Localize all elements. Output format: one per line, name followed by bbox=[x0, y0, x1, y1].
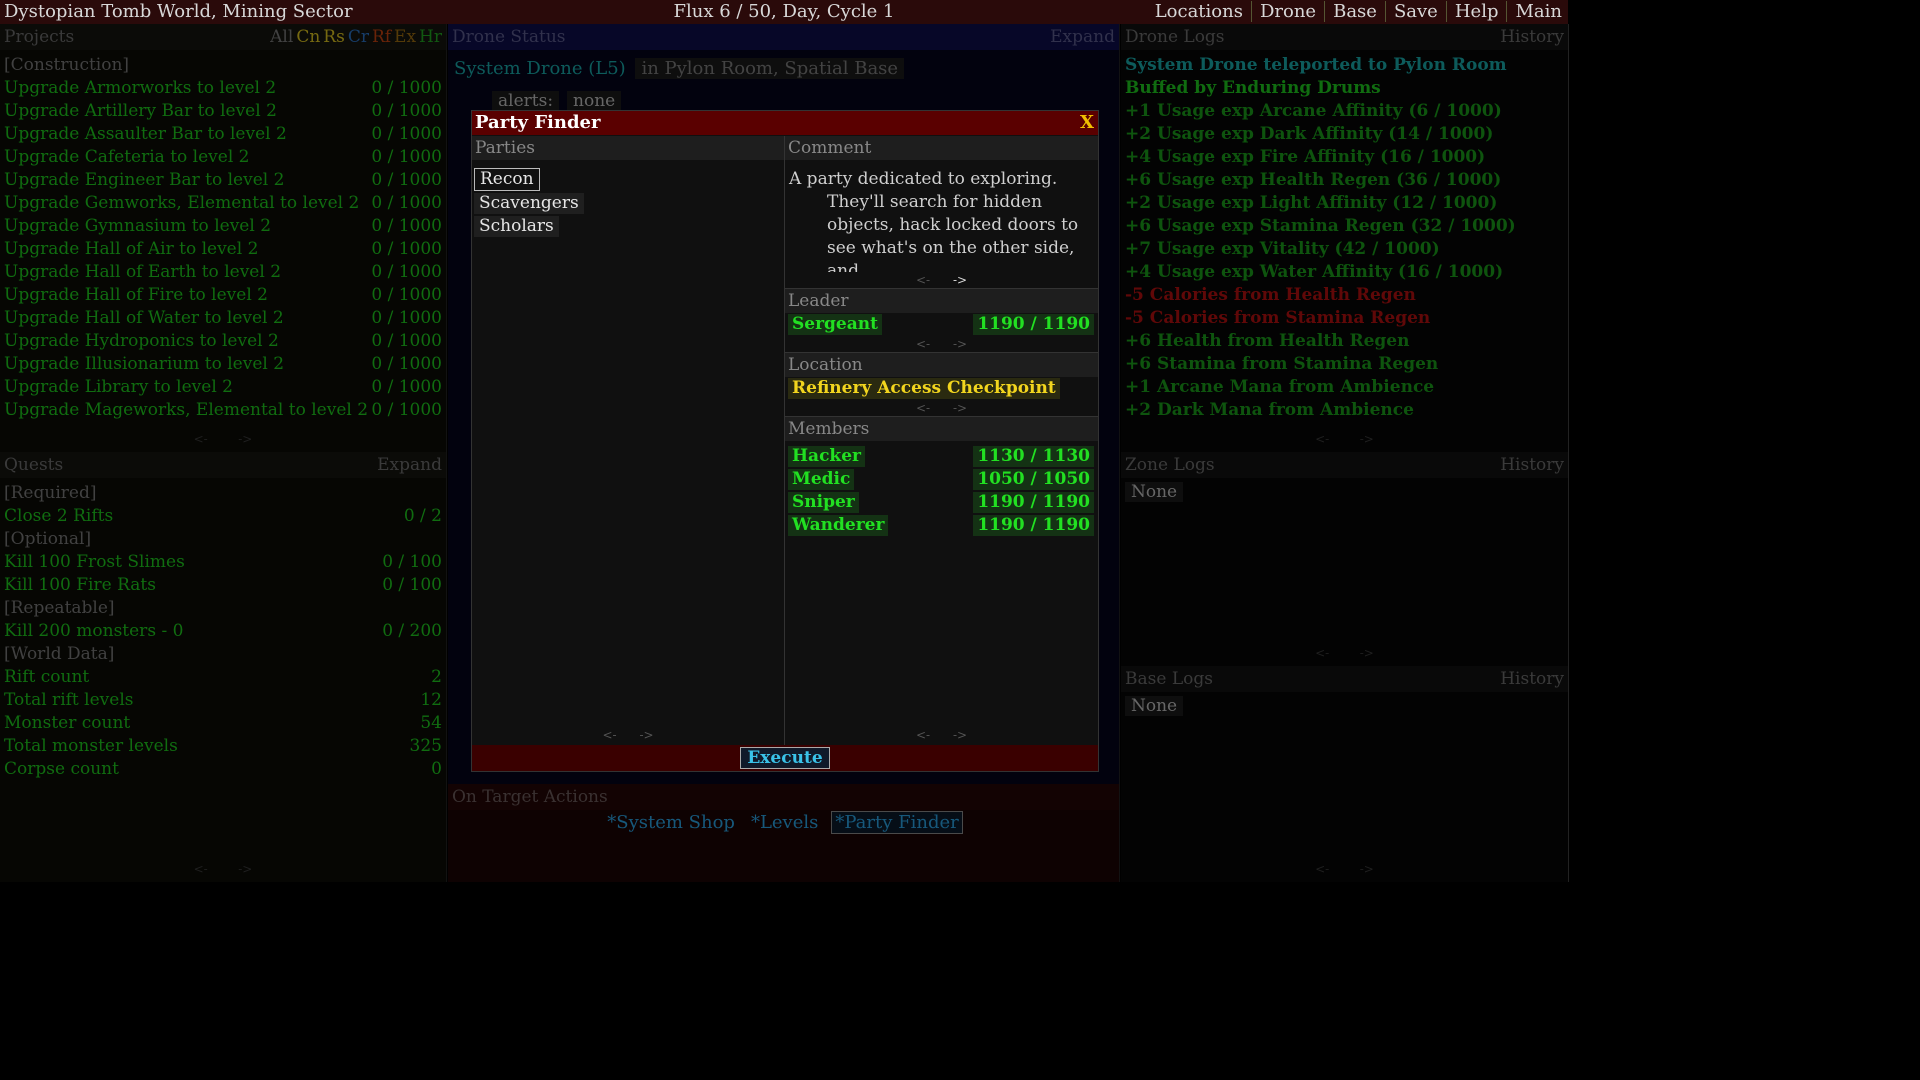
pager-next[interactable]: -> bbox=[953, 728, 967, 742]
comment-line: see what's on the other side, and bbox=[827, 238, 1075, 272]
pager-prev[interactable]: <- bbox=[602, 728, 616, 742]
member-row: Sniper 1190 / 1190 bbox=[785, 491, 1098, 514]
member-row: Hacker 1130 / 1130 bbox=[785, 445, 1098, 468]
pager-prev[interactable]: <- bbox=[916, 728, 930, 742]
menu-drone[interactable]: Drone bbox=[1252, 1, 1326, 22]
pager-next[interactable]: -> bbox=[953, 337, 967, 351]
location-section: Location Refinery Access Checkpoint <- -… bbox=[785, 352, 1098, 416]
menu-main[interactable]: Main bbox=[1507, 1, 1566, 22]
member-name[interactable]: Sniper bbox=[788, 492, 859, 513]
execute-bar: Execute bbox=[472, 745, 1098, 771]
member-hp: 1190 / 1190 bbox=[973, 492, 1094, 513]
party-list: Recon Scavengers Scholars bbox=[472, 160, 784, 237]
party-item-scavengers[interactable]: Scavengers bbox=[474, 193, 584, 214]
comment-line: objects, hack locked doors to bbox=[827, 215, 1079, 235]
leader-hp: 1190 / 1190 bbox=[973, 314, 1094, 335]
parties-pager: <- -> bbox=[472, 727, 784, 743]
party-details-column: Comment A party dedicated to exploring. T… bbox=[785, 136, 1098, 745]
pager-prev[interactable]: <- bbox=[916, 401, 930, 415]
main-menu: Locations Drone Base Save Help Main bbox=[1147, 1, 1566, 22]
comment-line: They'll search for hidden bbox=[827, 192, 1043, 212]
leader-header: Leader bbox=[785, 289, 1098, 313]
leader-name[interactable]: Sergeant bbox=[788, 314, 882, 335]
party-finder-dialog: Party Finder X Parties Recon Scavengers Sc… bbox=[471, 110, 1099, 772]
location-pager: <- -> bbox=[785, 400, 1098, 416]
leader-row: Sergeant 1190 / 1190 bbox=[785, 313, 1098, 336]
party-item-scholars[interactable]: Scholars bbox=[474, 216, 559, 237]
top-bar: Dystopian Tomb World, Mining Sector Flux… bbox=[0, 0, 1568, 24]
member-hp: 1190 / 1190 bbox=[973, 515, 1094, 536]
member-name[interactable]: Hacker bbox=[788, 446, 865, 467]
parties-column: Parties Recon Scavengers Scholars <- -> bbox=[472, 136, 785, 745]
member-name[interactable]: Medic bbox=[788, 469, 855, 490]
party-finder-titlebar: Party Finder X bbox=[472, 111, 1098, 135]
party-comment: A party dedicated to exploring. They'll s… bbox=[785, 160, 1098, 272]
members-pager: <- -> bbox=[785, 727, 1098, 743]
leader-section: Leader Sergeant 1190 / 1190 <- -> bbox=[785, 288, 1098, 352]
members-header: Members bbox=[785, 417, 1098, 441]
location-row: Refinery Access Checkpoint bbox=[785, 377, 1098, 400]
party-item-recon[interactable]: Recon bbox=[474, 168, 540, 191]
parties-header: Parties bbox=[472, 136, 784, 160]
menu-save[interactable]: Save bbox=[1386, 1, 1447, 22]
comment-header: Comment bbox=[785, 136, 1098, 160]
pager-prev[interactable]: <- bbox=[916, 273, 930, 287]
member-row: Wanderer 1190 / 1190 bbox=[785, 514, 1098, 537]
member-hp: 1130 / 1130 bbox=[973, 446, 1094, 467]
comment-line: A party dedicated to exploring. bbox=[789, 169, 1058, 189]
comment-pager: <- -> bbox=[785, 272, 1098, 288]
party-location[interactable]: Refinery Access Checkpoint bbox=[788, 378, 1060, 399]
execute-button[interactable]: Execute bbox=[740, 747, 830, 769]
menu-help[interactable]: Help bbox=[1447, 1, 1508, 22]
location-header: Location bbox=[785, 353, 1098, 377]
close-button[interactable]: X bbox=[1080, 111, 1094, 135]
menu-locations[interactable]: Locations bbox=[1147, 1, 1252, 22]
menu-base[interactable]: Base bbox=[1325, 1, 1386, 22]
pager-next[interactable]: -> bbox=[953, 401, 967, 415]
pager-prev[interactable]: <- bbox=[916, 337, 930, 351]
member-name[interactable]: Wanderer bbox=[788, 515, 889, 536]
party-finder-title: Party Finder bbox=[475, 112, 601, 133]
members-section: Members Hacker 1130 / 1130 Medic 1050 / 105… bbox=[785, 416, 1098, 537]
member-row: Medic 1050 / 1050 bbox=[785, 468, 1098, 491]
member-hp: 1050 / 1050 bbox=[973, 469, 1094, 490]
world-title: Dystopian Tomb World, Mining Sector bbox=[4, 1, 353, 22]
leader-pager: <- -> bbox=[785, 336, 1098, 352]
pager-next[interactable]: -> bbox=[953, 273, 967, 287]
pager-next[interactable]: -> bbox=[639, 728, 653, 742]
members-list: Hacker 1130 / 1130 Medic 1050 / 1050 Sniper 1… bbox=[785, 441, 1098, 537]
